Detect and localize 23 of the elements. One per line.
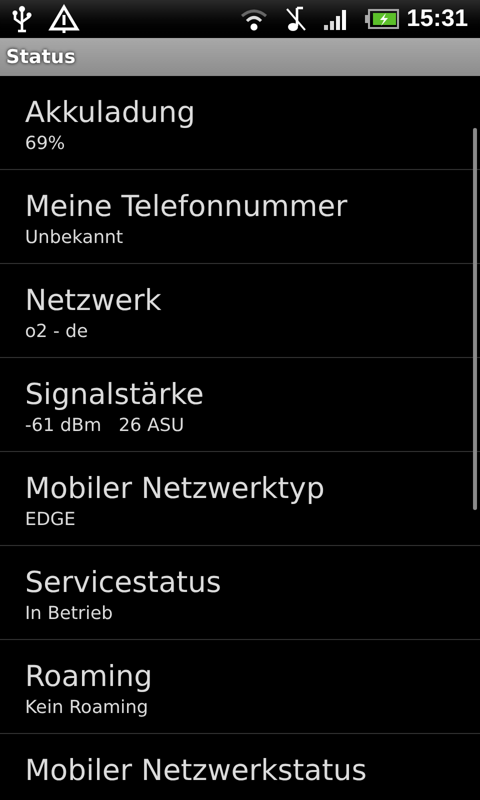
setting-value: In Betrieb: [25, 602, 113, 626]
wifi-icon: [238, 7, 269, 31]
usb-icon: [12, 5, 32, 33]
screen-title: Status: [6, 44, 76, 70]
setting-value: Unbekannt: [25, 226, 124, 250]
clock-time: 15:31: [406, 4, 468, 34]
setting-title: Netzwerk: [25, 282, 162, 318]
setting-title: Mobiler Netzwerkstatus: [25, 752, 367, 788]
setting-value: Kein Roaming: [25, 696, 148, 720]
setting-value: EDGE: [25, 508, 76, 532]
setting-value: 69%: [25, 132, 66, 156]
muted-note-icon: [284, 6, 307, 32]
setting-title: Mobiler Netzwerktyp: [25, 470, 325, 506]
setting-value: o2 - de: [25, 320, 88, 344]
setting-title: Servicestatus: [25, 564, 222, 600]
setting-title: Akkuladung: [25, 94, 196, 130]
setting-title: Meine Telefonnummer: [25, 188, 348, 224]
battery-charging-icon: [364, 9, 399, 29]
setting-title: Signalstärke: [25, 376, 204, 412]
setting-title: Roaming: [25, 658, 152, 694]
warning-icon: [48, 4, 80, 34]
setting-value: -61 dBm 26 ASU: [25, 414, 184, 438]
signal-icon: [322, 8, 349, 30]
